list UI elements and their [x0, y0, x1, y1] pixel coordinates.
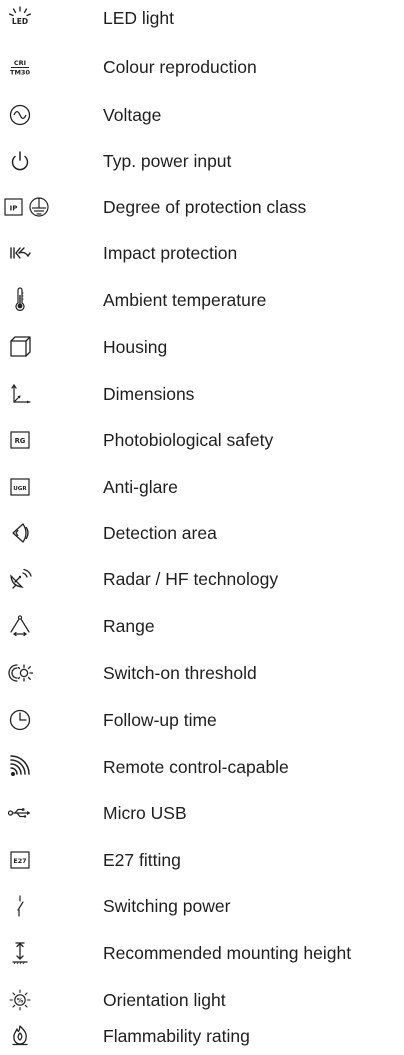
legend-label: Impact protection — [103, 243, 238, 263]
legend-label: Follow-up time — [103, 710, 217, 730]
power-icon — [6, 147, 34, 175]
svg-text:RG: RG — [15, 437, 26, 445]
orientation-light-icon: % — [6, 986, 34, 1014]
legend-row-flammability: Flammability rating — [0, 1021, 404, 1051]
legend-label: Flammability rating — [103, 1026, 250, 1046]
svg-text:IP: IP — [10, 205, 18, 213]
legend-row-anti-glare: UGR Anti-glare — [0, 472, 404, 502]
legend-label: Detection area — [103, 523, 217, 543]
legend-row-ambient-temperature: Ambient temperature — [0, 285, 404, 315]
legend-row-dimensions: Dimensions — [0, 379, 404, 409]
usb-icon — [6, 799, 34, 827]
svg-text:%: % — [17, 997, 24, 1005]
switch-on-threshold-icon — [6, 659, 34, 687]
thermometer-icon — [6, 286, 34, 314]
legend-label: Remote control-capable — [103, 757, 289, 777]
legend-row-voltage: Voltage — [0, 100, 404, 130]
legend-row-switch-on-threshold: Switch-on threshold — [0, 658, 404, 688]
colour-reproduction-icon: CRI TM30 — [6, 53, 34, 81]
legend-row-orientation-light: % Orientation light — [0, 985, 404, 1015]
legend-label: Typ. power input — [103, 151, 232, 171]
svg-text:UGR: UGR — [13, 486, 27, 492]
legend-row-power-input: Typ. power input — [0, 146, 404, 176]
legend-row-impact-protection: Impact protection — [0, 238, 404, 268]
legend-row-photobiological-safety: RG Photobiological safety — [0, 425, 404, 455]
legend-row-remote-control: Remote control-capable — [0, 752, 404, 782]
radar-hf-icon — [6, 565, 34, 593]
legend-row-mounting-height: Recommended mounting height — [0, 938, 404, 968]
legend-label: Orientation light — [103, 990, 226, 1010]
legend-row-e27-fitting: E27 E27 fitting — [0, 845, 404, 875]
anti-glare-icon: UGR — [6, 473, 34, 501]
legend-row-follow-up-time: Follow-up time — [0, 705, 404, 735]
legend-row-range: Range — [0, 611, 404, 641]
mounting-height-icon — [6, 939, 34, 967]
legend-label: Dimensions — [103, 384, 195, 404]
legend-row-micro-usb: Micro USB — [0, 798, 404, 828]
svg-text:CRI: CRI — [14, 59, 26, 67]
legend-row-switching-power: Switching power — [0, 891, 404, 921]
legend-label: Radar / HF technology — [103, 569, 279, 589]
remote-control-icon — [6, 753, 34, 781]
legend-row-detection-area: Detection area — [0, 518, 404, 548]
legend-label: Micro USB — [103, 803, 187, 823]
flammability-icon — [6, 1022, 34, 1050]
legend-label: Switching power — [103, 896, 231, 916]
switch-icon — [6, 892, 34, 920]
protection-class-icon: IP — [4, 193, 56, 221]
svg-text:LED: LED — [12, 17, 28, 26]
e27-fitting-icon: E27 — [6, 846, 34, 874]
led-light-icon: LED — [6, 4, 34, 32]
photobiological-safety-icon: RG — [6, 426, 34, 454]
legend-row-protection-class: IP Degree of protection class — [0, 192, 404, 222]
legend-label: Range — [103, 616, 155, 636]
legend-label: Switch-on threshold — [103, 663, 257, 683]
legend-label: Voltage — [103, 105, 162, 125]
legend-row-housing: Housing — [0, 332, 404, 362]
legend-label: LED light — [103, 8, 175, 28]
legend-label: E27 fitting — [103, 850, 181, 870]
detection-area-icon — [6, 519, 34, 547]
legend-label: Ambient temperature — [103, 290, 267, 310]
legend-label: Colour reproduction — [103, 57, 257, 77]
legend-row-radar-hf: Radar / HF technology — [0, 564, 404, 594]
housing-icon — [6, 333, 34, 361]
impact-protection-icon — [6, 239, 34, 267]
legend-label: Photobiological safety — [103, 430, 274, 450]
legend-label: Recommended mounting height — [103, 943, 352, 963]
legend-label: Housing — [103, 337, 168, 357]
svg-text:TM30: TM30 — [10, 69, 30, 77]
legend-row-led-light: LED LED light — [0, 3, 404, 33]
svg-text:E27: E27 — [13, 857, 26, 865]
voltage-icon — [6, 101, 34, 129]
legend-label: Degree of protection class — [103, 197, 307, 217]
legend-row-colour-reproduction: CRI TM30 Colour reproduction — [0, 52, 404, 82]
clock-icon — [6, 706, 34, 734]
dimensions-icon — [6, 380, 34, 408]
legend-label: Anti-glare — [103, 477, 178, 497]
range-icon — [6, 612, 34, 640]
